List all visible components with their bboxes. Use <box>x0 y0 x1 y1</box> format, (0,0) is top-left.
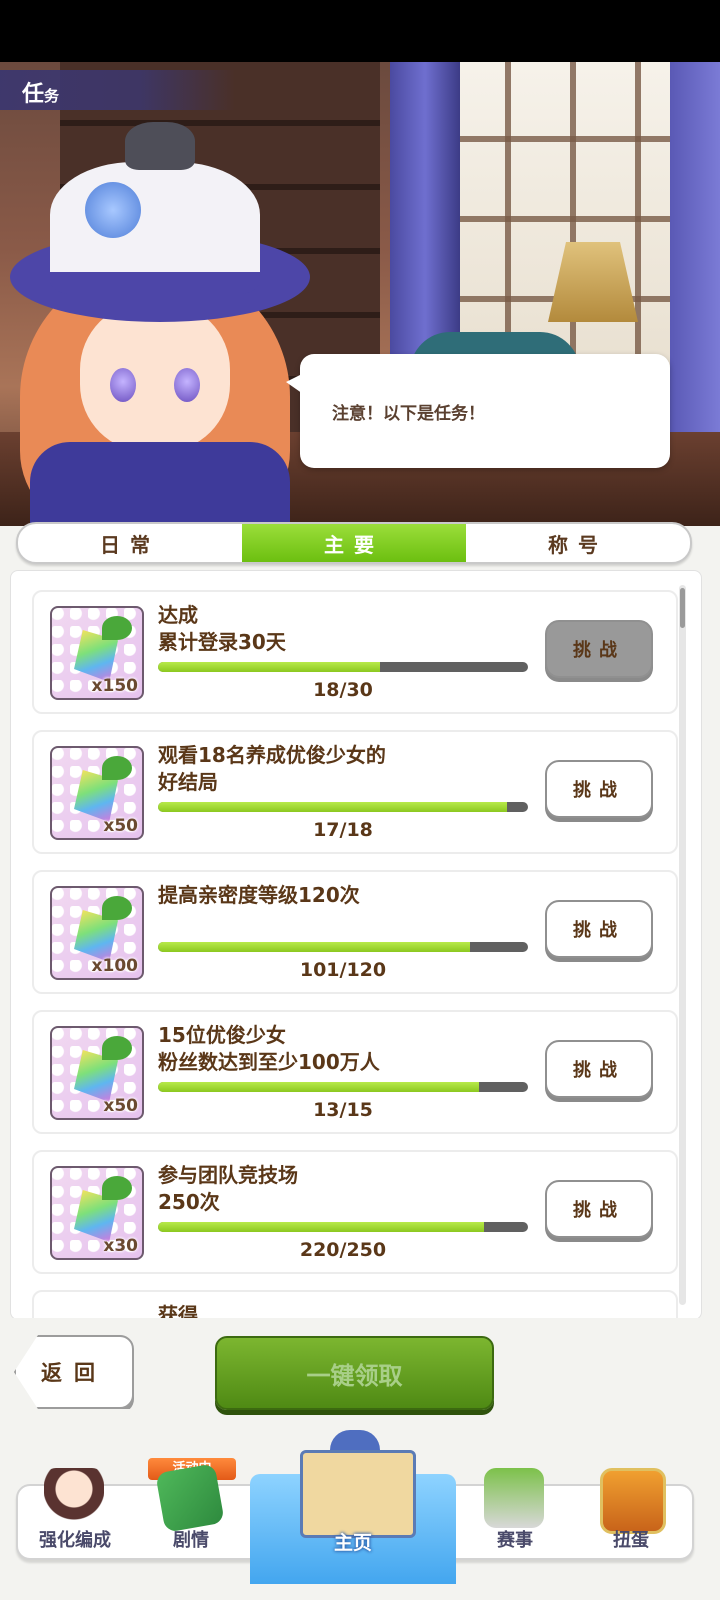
character-icon <box>44 1468 104 1528</box>
reward-item: x30 <box>50 1166 144 1260</box>
progress-bar <box>158 1082 528 1092</box>
carrot-leaves-icon <box>102 616 132 640</box>
scrollbar-thumb[interactable] <box>680 588 685 628</box>
status-bar <box>0 0 720 62</box>
progress-text: 18/30 <box>313 679 373 701</box>
nav-item-enhance[interactable]: 强化编成 <box>20 1460 130 1560</box>
tab-title[interactable]: 称号 <box>466 524 690 562</box>
mission-card: x150 达成 累计登录30天 18/30 挑战 <box>32 590 678 714</box>
mission-title: 参与团队竞技场 250次 <box>158 1163 298 1214</box>
challenge-button[interactable]: 挑战 <box>545 1040 653 1098</box>
challenge-button[interactable]: 挑战 <box>545 900 653 958</box>
story-book-icon <box>155 1463 225 1533</box>
mission-tabs: 日常 主要 称号 <box>16 522 692 564</box>
carrot-leaves-icon <box>102 756 132 780</box>
character-hat <box>50 162 260 294</box>
carrot-leaves-icon <box>102 896 132 920</box>
progress-bar <box>158 662 528 672</box>
mission-card: x100 提高亲密度等级120次 101/120 挑战 <box>32 870 678 994</box>
nav-label: 剧情 <box>173 1530 209 1551</box>
reward-quantity: x50 <box>103 1096 138 1116</box>
reward-item: x50 <box>50 746 144 840</box>
mission-title: 15位优俊少女 粉丝数达到至少100万人 <box>158 1023 380 1074</box>
challenge-button[interactable]: 挑战 <box>545 1180 653 1238</box>
reward-item: x150 <box>50 606 144 700</box>
reward-quantity: x150 <box>91 676 138 696</box>
nav-item-home[interactable]: 主页 <box>250 1528 456 1555</box>
reward-quantity: x30 <box>103 1236 138 1256</box>
reward-quantity: x100 <box>91 956 138 976</box>
page-title: 任务 <box>22 82 60 107</box>
hat-flower-icon <box>85 182 141 238</box>
mission-title: 达成 累计登录30天 <box>158 603 286 654</box>
progress-text: 17/18 <box>313 819 373 841</box>
mission-card: x30 参与团队竞技场 250次 220/250 挑战 <box>32 1150 678 1274</box>
mission-card: x50 观看18名养成优俊少女的 好结局 17/18 挑战 <box>32 730 678 854</box>
challenge-button[interactable]: 挑战 <box>545 760 653 818</box>
character-face <box>80 302 230 452</box>
progress-bar <box>158 1222 528 1232</box>
carrot-leaves-icon <box>102 1036 132 1060</box>
progress-text: 13/15 <box>313 1099 373 1121</box>
progress-bar-fill <box>158 1222 484 1232</box>
reward-item: x50 <box>50 1026 144 1120</box>
claim-all-button[interactable]: 一键领取 <box>215 1336 494 1410</box>
challenge-button[interactable]: 挑战 <box>545 620 653 678</box>
carrot-leaves-icon <box>102 1176 132 1200</box>
progress-text: 220/250 <box>299 1239 387 1261</box>
character-eye-right <box>174 368 200 402</box>
progress-bar <box>158 802 528 812</box>
speech-bubble: 注意！以下是任务！ <box>286 354 670 468</box>
character-eye-left <box>110 368 136 402</box>
reward-quantity: x50 <box>103 816 138 836</box>
progress-bar <box>158 942 528 952</box>
character-portrait <box>10 122 310 526</box>
nav-label: 扭蛋 <box>613 1530 649 1551</box>
character-jacket <box>30 442 290 526</box>
tab-main[interactable]: 主要 <box>242 524 466 562</box>
nav-item-race[interactable]: 赛事 <box>460 1460 570 1560</box>
cat-icon <box>125 122 195 170</box>
mission-title: 提高亲密度等级120次 <box>158 883 360 907</box>
nav-item-story[interactable]: 剧情 <box>136 1460 246 1560</box>
scrollbar[interactable] <box>679 585 686 1305</box>
progress-bar-fill <box>158 662 380 672</box>
mission-card: x50 15位优俊少女 粉丝数达到至少100万人 13/15 挑战 <box>32 1010 678 1134</box>
progress-bar-fill <box>158 942 470 952</box>
progress-bar-fill <box>158 1082 479 1092</box>
progress-bar-fill <box>158 802 508 812</box>
tab-daily[interactable]: 日常 <box>18 524 242 562</box>
nav-label: 赛事 <box>497 1530 533 1551</box>
mission-title: 观看18名养成优俊少女的 好结局 <box>158 743 386 794</box>
progress-text: 101/120 <box>299 959 387 981</box>
speech-text: 注意！以下是任务！ <box>332 404 485 424</box>
back-button[interactable]: 返回 <box>14 1335 134 1409</box>
home-building-icon[interactable] <box>300 1450 416 1538</box>
gacha-icon <box>600 1468 666 1534</box>
nav-item-gacha[interactable]: 扭蛋 <box>576 1460 686 1560</box>
reward-item: x100 <box>50 886 144 980</box>
nav-label: 强化编成 <box>39 1530 111 1551</box>
race-gate-icon <box>484 1468 544 1528</box>
